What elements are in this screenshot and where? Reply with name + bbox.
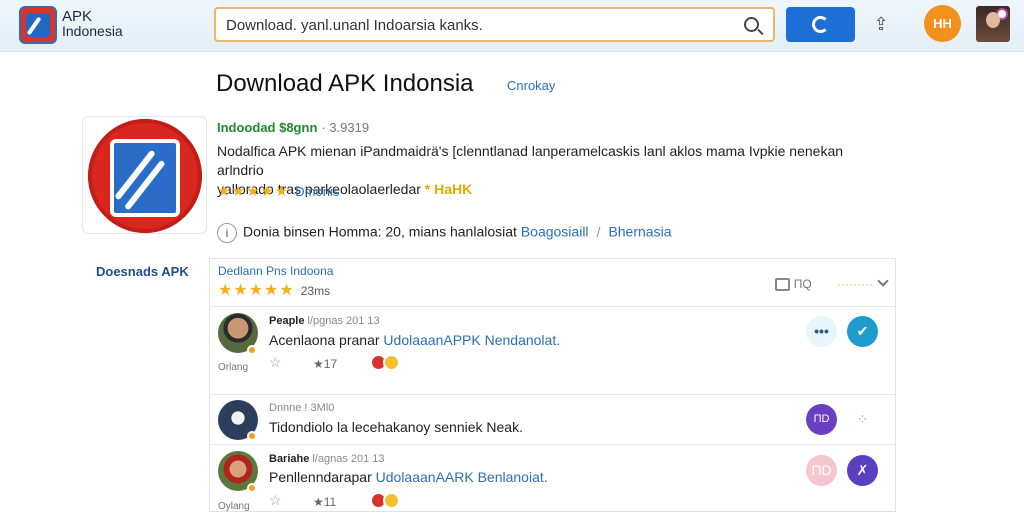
brand-name[interactable]: APK Indonesia [62,9,123,39]
search-icon[interactable] [744,17,759,32]
review-text: Penllenndarapar UdolaaanAARK Benlanoiat. [269,469,548,485]
rating-label[interactable]: Dmonis [295,184,339,199]
reactions[interactable] [370,492,402,510]
brand-line2: Indonesia [62,23,123,39]
reviews-title: Dedlann Pns Indoona [218,264,334,278]
reviewer-name: Peaple l/pgnas 201 13 [269,315,380,327]
info-link-1[interactable]: Boagosiaill [521,224,589,240]
search-box [214,7,775,42]
info-link-2[interactable]: Bhernasia [608,224,671,240]
reviews-tools: ПQ ········· [775,275,889,292]
description-highlight: * HaHK [424,181,473,197]
reactions[interactable] [370,354,402,372]
developer-meta: · 3.9319 [321,120,370,135]
sort-dropdown[interactable]: ········· [837,277,873,291]
like-count: ★17 [313,357,338,371]
account-initials-avatar[interactable]: HH [924,5,961,42]
apk-logo-icon[interactable] [19,6,57,44]
developer-line: Indoodad $8gnn · 3.9319 [217,120,369,135]
badge-icon [247,431,257,441]
reviewer-name: Dnnne! 3Ml0 [269,402,335,414]
edit-icon[interactable]: ✔ [847,316,878,347]
app-rating: ★★★★★ Dmonis [217,182,339,200]
review-item: Dnnne! 3Ml0 Tidondiolo la lecehakanoy se… [210,394,895,444]
review-link[interactable]: UdolaaanAARK Benlanoiat. [376,469,548,485]
reviewer-sub: Oylang [218,501,250,512]
share-icon[interactable]: ⇪ [870,13,892,35]
info-text: Donia binsen Homma: 20, mians hanlalosia… [243,223,517,240]
info-separator: / [596,223,601,240]
chat-icon[interactable] [775,278,791,292]
brand-line1: APK [62,8,93,25]
review-item: Bariahe l/agnas 201 13 Penllenndarapar Ud… [210,444,895,513]
review-text: Acenlaona pranar UdolaaanAPPK Nendanolat… [269,332,561,348]
star-icon[interactable]: ☆ [269,492,282,509]
description-line1: Nodalfica APK mienan iPandmaidrä's [clen… [217,143,844,178]
loading-icon: ⁘ [856,411,869,427]
user-avatar[interactable] [976,6,1010,42]
reviews-stars: ★★★★★ [218,282,295,299]
comment-count: ПQ [793,277,812,291]
category-link[interactable]: Cnrokay [507,78,555,93]
reviewer-sub: Orlang [218,362,249,373]
reviews-rating: ★★★★★ 23ms [218,280,330,300]
reviews-panel: Dedlann Pns Indoona ★★★★★ 23ms ПQ ·······… [209,258,896,512]
refresh-icon [812,16,829,33]
reviews-count: 23ms [300,284,331,298]
close-icon[interactable]: ✗ [847,455,878,486]
info-icon: i [217,223,237,243]
search-input[interactable] [226,15,726,35]
sidebar-label[interactable]: Doesnads APK [96,264,189,279]
star-icon[interactable]: ☆ [269,354,282,371]
review-item: Peaple l/pgnas 201 13 Acenlaona pranar Ud… [210,306,895,394]
developer-name[interactable]: Indoodad $8gnn [217,120,317,135]
rating-stars: ★★★★★ [217,183,290,200]
like-count: ★11 [313,495,337,509]
chevron-down-icon[interactable] [877,275,889,287]
badge-icon [247,345,257,355]
app-info-row: i Donia binsen Homma: 20, mians hanlalosi… [217,223,671,243]
search-go-button[interactable] [786,7,855,42]
review-link[interactable]: UdolaaanAPPK Nendanolat. [383,332,560,348]
badge-icon [247,483,257,493]
message-icon[interactable]: ПD [806,404,837,435]
review-text: Tidondiolo la lecehakanoy senniek Neak. [269,419,523,435]
message-icon[interactable]: ПD [806,455,837,486]
page-title: Download APK Indonsia [216,70,474,97]
top-bar: APK Indonesia ⇪ HH [0,0,1024,52]
reviewer-name: Bariahe l/agnas 201 13 [269,453,385,465]
more-icon[interactable]: ••• [806,316,837,347]
app-icon [88,119,202,233]
notification-badge-icon [996,8,1008,20]
app-icon-card [82,116,207,234]
